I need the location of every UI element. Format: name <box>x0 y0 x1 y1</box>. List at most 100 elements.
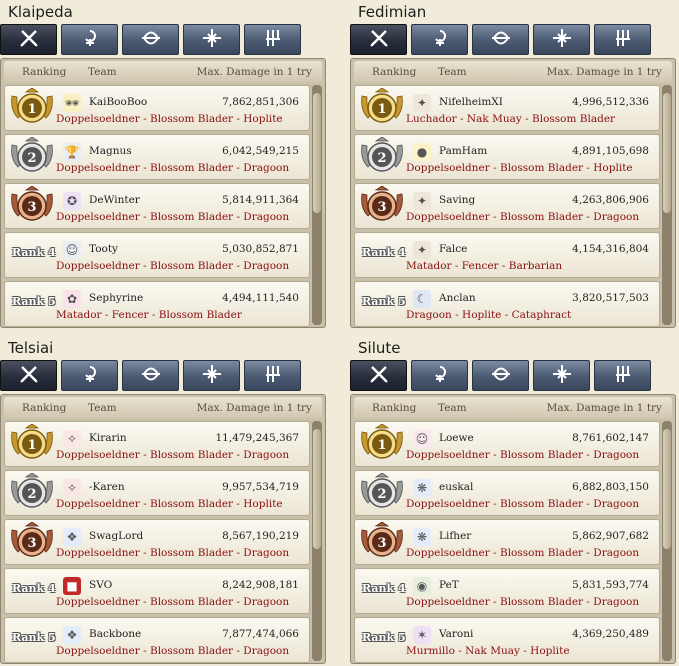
tab-bow[interactable] <box>122 24 179 55</box>
table-row[interactable]: Rank 5 ❖ Backbone 7,877,474,066 Doppelso… <box>4 617 310 663</box>
tab-bow[interactable] <box>472 360 529 391</box>
table-row[interactable]: Rank 4 ◉ PeT 5,831,593,774 Doppelsoeldne… <box>354 568 660 614</box>
scrollbar[interactable] <box>312 85 322 325</box>
tab-bow[interactable] <box>472 24 529 55</box>
team-name: PeT <box>439 579 459 591</box>
scrollbar[interactable] <box>312 421 322 661</box>
table-header: Ranking Team Max. Damage in 1 try <box>4 397 322 419</box>
flower-icon: ✿ <box>63 290 81 308</box>
scrollbar[interactable] <box>662 85 672 325</box>
rank-label: Rank 5 <box>12 631 56 644</box>
tab-swords[interactable] <box>350 24 407 55</box>
scrollbar-thumb[interactable] <box>313 429 321 549</box>
max-damage: 3,820,517,503 <box>572 292 649 304</box>
team-name: Tooty <box>89 243 118 255</box>
svg-text:1: 1 <box>27 102 36 117</box>
table-row[interactable]: 2 ❋ euskal 6,882,803,150 Doppelsoeldner … <box>354 470 660 516</box>
tab-spiral[interactable] <box>411 360 468 391</box>
scrollbar-thumb[interactable] <box>663 429 671 549</box>
tab-bow[interactable] <box>122 360 179 391</box>
svg-text:1: 1 <box>27 438 36 453</box>
max-damage: 6,882,803,150 <box>572 481 649 493</box>
team-name: NifelheimXI <box>439 96 503 108</box>
ranking-header: Ranking <box>22 66 67 78</box>
max-damage: 4,369,250,489 <box>572 628 649 640</box>
swords-icon <box>368 363 390 389</box>
team-name: Backbone <box>89 628 142 640</box>
ranking-header: Ranking <box>372 66 417 78</box>
pink-face-icon: ☺ <box>413 430 431 448</box>
blue-crest-icon: ❋ <box>413 528 431 546</box>
table-row[interactable]: Rank 5 ✿ Sephyrine 4,494,111,540 Matador… <box>4 281 310 327</box>
blue-crest-icon: ❋ <box>413 479 431 497</box>
scrollbar-thumb[interactable] <box>663 93 671 213</box>
fork-icon <box>262 363 284 389</box>
table-row[interactable]: Rank 5 ☾ Anclan 3,820,517,503 Dragoon - … <box>354 281 660 327</box>
sunglasses-icon: 🕶 <box>63 94 81 112</box>
cross-icon <box>551 363 573 389</box>
max-damage: 4,154,316,804 <box>572 243 649 255</box>
table-row[interactable]: Rank 4 ☺ Tooty 5,030,852,871 Doppelsoeld… <box>4 232 310 278</box>
rank-medal-icon: 1 <box>11 424 53 459</box>
table-row[interactable]: 1 ✦ NifelheimXI 4,996,512,336 Luchador -… <box>354 85 660 131</box>
tab-fork[interactable] <box>244 360 301 391</box>
table-row[interactable]: 3 ✪ DeWinter 5,814,911,364 Doppelsoeldne… <box>4 183 310 229</box>
team-classes: Doppelsoeldner - Blossom Blader - Dragoo… <box>406 449 640 461</box>
tab-swords[interactable] <box>0 24 57 55</box>
fork-icon <box>612 363 634 389</box>
max-damage: 4,891,105,698 <box>572 145 649 157</box>
fork-icon <box>262 27 284 53</box>
table-row[interactable]: 2 🏆 Magnus 6,042,549,215 Doppelsoeldner … <box>4 134 310 180</box>
svg-text:1: 1 <box>377 102 386 117</box>
tab-cross[interactable] <box>183 24 240 55</box>
tab-swords[interactable] <box>350 360 407 391</box>
pet-icon: ◉ <box>413 577 431 595</box>
rank-medal-icon: 1 <box>361 88 403 123</box>
table-row[interactable]: 2 ✧ -Karen 9,957,534,719 Doppelsoeldner … <box>4 470 310 516</box>
rank-label: Rank 5 <box>12 295 56 308</box>
rank-label: Rank 4 <box>12 246 56 259</box>
team-classes: Doppelsoeldner - Blossom Blader - Dragoo… <box>406 211 640 223</box>
table-row[interactable]: 3 ❋ Lifher 5,862,907,682 Doppelsoeldner … <box>354 519 660 565</box>
svg-text:2: 2 <box>27 487 36 502</box>
table-row[interactable]: 2 ● PamHam 4,891,105,698 Doppelsoeldner … <box>354 134 660 180</box>
tab-swords[interactable] <box>0 360 57 391</box>
tab-spiral[interactable] <box>61 24 118 55</box>
max-damage: 7,877,474,066 <box>222 628 299 640</box>
tab-cross[interactable] <box>533 360 590 391</box>
tab-spiral[interactable] <box>411 24 468 55</box>
max-damage: 5,030,852,871 <box>222 243 299 255</box>
tab-fork[interactable] <box>594 360 651 391</box>
table-row[interactable]: 1 ☺ Loewe 8,761,602,147 Doppelsoeldner -… <box>354 421 660 467</box>
blue-wing-icon: ❖ <box>63 626 81 644</box>
scrollbar-thumb[interactable] <box>313 93 321 213</box>
tab-cross[interactable] <box>533 24 590 55</box>
red-emblem-icon: ✧ <box>63 430 81 448</box>
team-header: Team <box>88 66 117 78</box>
spiral-icon <box>79 363 101 389</box>
damage-header: Max. Damage in 1 try <box>196 66 312 78</box>
svg-text:2: 2 <box>377 487 386 502</box>
team-classes: Murmillo - Nak Muay - Hoplite <box>406 645 570 657</box>
team-name: euskal <box>439 481 474 493</box>
team-header: Team <box>88 402 117 414</box>
tab-fork[interactable] <box>244 24 301 55</box>
tab-spiral[interactable] <box>61 360 118 391</box>
team-classes: Matador - Fencer - Blossom Blader <box>56 309 242 321</box>
table-row[interactable]: 3 ✦ Saving 4,263,806,906 Doppelsoeldner … <box>354 183 660 229</box>
table-row[interactable]: 1 🕶 KaiBooBoo 7,862,851,306 Doppelsoeldn… <box>4 85 310 131</box>
table-row[interactable]: Rank 4 ✦ Falce 4,154,316,804 Matador - F… <box>354 232 660 278</box>
svg-text:1: 1 <box>377 438 386 453</box>
table-row[interactable]: 3 ❖ SwagLord 8,567,190,219 Doppelsoeldne… <box>4 519 310 565</box>
ranking-header: Ranking <box>22 402 67 414</box>
rank-label: Rank 4 <box>12 582 56 595</box>
rank-medal-icon: 3 <box>361 522 403 557</box>
table-row[interactable]: Rank 5 ✶ Varoni 4,369,250,489 Murmillo -… <box>354 617 660 663</box>
tab-cross[interactable] <box>183 360 240 391</box>
tab-fork[interactable] <box>594 24 651 55</box>
table-row[interactable]: 1 ✧ Kirarin 11,479,245,367 Doppelsoeldne… <box>4 421 310 467</box>
damage-header: Max. Damage in 1 try <box>196 402 312 414</box>
table-row[interactable]: Rank 4 ■ SVO 8,242,908,181 Doppelsoeldne… <box>4 568 310 614</box>
team-classes: Doppelsoeldner - Blossom Blader - Dragoo… <box>56 596 290 608</box>
scrollbar[interactable] <box>662 421 672 661</box>
